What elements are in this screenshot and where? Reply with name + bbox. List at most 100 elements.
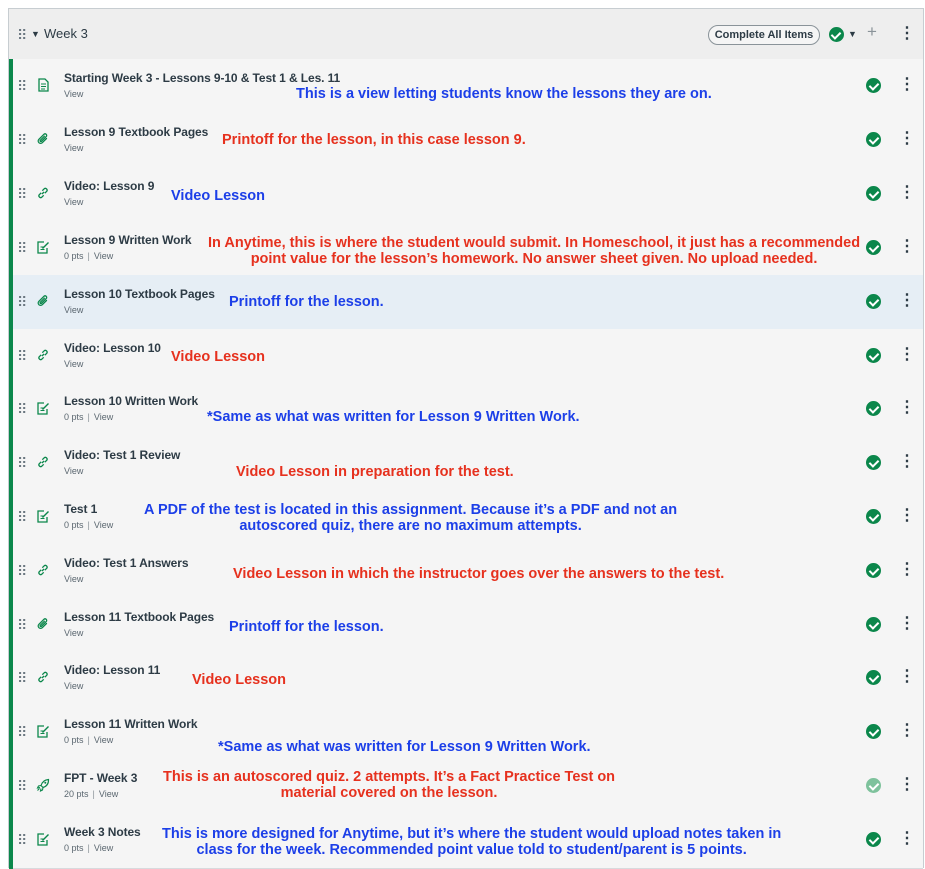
item-title-link[interactable]: Video: Test 1 Answers xyxy=(64,556,188,570)
drag-handle-icon[interactable]: ⠿ xyxy=(17,833,27,847)
item-options-kebab-icon[interactable]: ⋮ xyxy=(899,777,915,793)
complete-all-items-button[interactable]: Complete All Items xyxy=(708,25,820,45)
view-link[interactable]: View xyxy=(94,735,113,745)
publish-status-icon[interactable] xyxy=(866,509,881,524)
item-title-link[interactable]: Video: Lesson 10 xyxy=(64,341,161,355)
drag-handle-icon[interactable]: ⠿ xyxy=(17,133,27,147)
drag-handle-icon[interactable]: ⠿ xyxy=(17,725,27,739)
item-options-kebab-icon[interactable]: ⋮ xyxy=(899,723,915,739)
module-item[interactable]: ⠿ Lesson 11 Written Work 0 pts | View *Same a… xyxy=(9,705,923,760)
module-item[interactable]: ⠿ Test 1 0 pts | View A PDF of the test is lo… xyxy=(9,490,923,545)
item-options-kebab-icon[interactable]: ⋮ xyxy=(899,131,915,147)
module-item[interactable]: ⠿ Video: Lesson 11 View Video Lesson ⋮ xyxy=(9,651,923,706)
publish-status-icon[interactable] xyxy=(866,348,881,363)
add-item-plus-icon[interactable]: + xyxy=(867,23,877,40)
module-item[interactable]: ⠿ Video: Lesson 10 View Video Lesson ⋮ xyxy=(9,329,923,383)
view-link[interactable]: View xyxy=(64,681,83,691)
publish-status-icon[interactable] xyxy=(866,563,881,578)
publish-status-icon[interactable] xyxy=(866,778,881,793)
item-title-link[interactable]: Lesson 9 Written Work xyxy=(64,233,192,247)
module-header[interactable]: ⠿ ▼ Week 3 Complete All Items ▼ + ⋮ xyxy=(9,9,923,60)
module-item[interactable]: ⠿ Lesson 11 Textbook Pages View Printoff fo… xyxy=(9,598,923,652)
points-label: 20 pts xyxy=(64,789,89,799)
item-title-link[interactable]: Lesson 10 Written Work xyxy=(64,394,198,408)
publish-menu-caret-icon[interactable]: ▼ xyxy=(848,29,857,39)
item-options-kebab-icon[interactable]: ⋮ xyxy=(899,669,915,685)
module-item[interactable]: ⠿ Video: Lesson 9 View Video Lesson ⋮ xyxy=(9,167,923,222)
drag-handle-icon[interactable]: ⠿ xyxy=(17,79,27,93)
item-title-link[interactable]: Lesson 11 Written Work xyxy=(64,717,198,731)
item-options-kebab-icon[interactable]: ⋮ xyxy=(899,454,915,470)
item-title-link[interactable]: Week 3 Notes xyxy=(64,825,141,839)
item-options-kebab-icon[interactable]: ⋮ xyxy=(899,77,915,93)
publish-status-icon[interactable] xyxy=(866,78,881,93)
module-item[interactable]: ⠿ FPT - Week 3 20 pts | View This is an autos… xyxy=(9,759,923,814)
item-options-kebab-icon[interactable]: ⋮ xyxy=(899,508,915,524)
view-link[interactable]: View xyxy=(64,305,83,315)
collapse-caret-icon[interactable]: ▼ xyxy=(31,29,40,39)
view-link[interactable]: View xyxy=(64,628,83,638)
module-item[interactable]: ⠿ Video: Test 1 Answers View Video Lesson i… xyxy=(9,544,923,599)
module-options-kebab-icon[interactable]: ⋮ xyxy=(899,26,915,42)
drag-handle-icon[interactable]: ⠿ xyxy=(17,618,27,632)
drag-handle-icon[interactable]: ⠿ xyxy=(17,779,27,793)
publish-status-icon[interactable] xyxy=(866,401,881,416)
view-link[interactable]: View xyxy=(64,89,83,99)
drag-handle-icon[interactable]: ⠿ xyxy=(17,456,27,470)
view-link[interactable]: View xyxy=(64,197,83,207)
view-link[interactable]: View xyxy=(64,143,83,153)
publish-status-icon[interactable] xyxy=(866,132,881,147)
item-options-kebab-icon[interactable]: ⋮ xyxy=(899,347,915,363)
item-title-link[interactable]: Starting Week 3 - Lessons 9-10 & Test 1 … xyxy=(64,71,340,85)
item-title-link[interactable]: Test 1 xyxy=(64,502,97,516)
module-item[interactable]: ⠿ Lesson 9 Written Work 0 pts | View In Anyti… xyxy=(9,221,923,276)
view-link[interactable]: View xyxy=(94,412,113,422)
item-options-kebab-icon[interactable]: ⋮ xyxy=(899,239,915,255)
drag-handle-icon[interactable]: ⠿ xyxy=(17,671,27,685)
view-link[interactable]: View xyxy=(99,789,118,799)
module-item[interactable]: ⠿ Lesson 10 Textbook Pages View Printoff fo… xyxy=(9,275,923,330)
view-link[interactable]: View xyxy=(64,574,83,584)
item-title-link[interactable]: FPT - Week 3 xyxy=(64,771,137,785)
item-options-kebab-icon[interactable]: ⋮ xyxy=(899,293,915,309)
drag-handle-icon[interactable]: ⠿ xyxy=(17,28,27,42)
drag-handle-icon[interactable]: ⠿ xyxy=(17,564,27,578)
item-title-link[interactable]: Video: Lesson 11 xyxy=(64,663,160,677)
publish-status-icon[interactable] xyxy=(866,240,881,255)
item-title-link[interactable]: Lesson 10 Textbook Pages xyxy=(64,287,215,301)
view-link[interactable]: View xyxy=(94,520,113,530)
item-options-kebab-icon[interactable]: ⋮ xyxy=(899,400,915,416)
module-item[interactable]: ⠿ Video: Test 1 Review View Video Lesson in… xyxy=(9,436,923,491)
module-item[interactable]: ⠿ Week 3 Notes 0 pts | View This is more desi… xyxy=(9,813,923,869)
module-item[interactable]: ⠿ Lesson 9 Textbook Pages View Printoff for… xyxy=(9,113,923,168)
item-title-link[interactable]: Video: Lesson 9 xyxy=(64,179,154,193)
drag-handle-icon[interactable]: ⠿ xyxy=(17,187,27,201)
drag-handle-icon[interactable]: ⠿ xyxy=(17,349,27,363)
item-options-kebab-icon[interactable]: ⋮ xyxy=(899,831,915,847)
meta-separator: | xyxy=(87,843,90,853)
publish-status-icon[interactable] xyxy=(866,294,881,309)
publish-status-icon[interactable] xyxy=(866,455,881,470)
publish-status-icon[interactable] xyxy=(866,186,881,201)
drag-handle-icon[interactable]: ⠿ xyxy=(17,510,27,524)
drag-handle-icon[interactable]: ⠿ xyxy=(17,402,27,416)
view-link[interactable]: View xyxy=(94,843,113,853)
item-title-link[interactable]: Video: Test 1 Review xyxy=(64,448,180,462)
view-link[interactable]: View xyxy=(64,359,83,369)
item-title-link[interactable]: Lesson 11 Textbook Pages xyxy=(64,610,214,624)
publish-status-icon[interactable] xyxy=(866,670,881,685)
drag-handle-icon[interactable]: ⠿ xyxy=(17,241,27,255)
publish-status-icon[interactable] xyxy=(866,832,881,847)
module-item[interactable]: ⠿ Starting Week 3 - Lessons 9-10 & Test 1… xyxy=(9,59,923,114)
publish-status-icon[interactable] xyxy=(829,27,844,42)
module-item[interactable]: ⠿ Lesson 10 Written Work 0 pts | View *Same a… xyxy=(9,382,923,437)
item-options-kebab-icon[interactable]: ⋮ xyxy=(899,562,915,578)
item-options-kebab-icon[interactable]: ⋮ xyxy=(899,616,915,632)
view-link[interactable]: View xyxy=(64,466,83,476)
item-options-kebab-icon[interactable]: ⋮ xyxy=(899,185,915,201)
view-link[interactable]: View xyxy=(94,251,113,261)
publish-status-icon[interactable] xyxy=(866,724,881,739)
item-title-link[interactable]: Lesson 9 Textbook Pages xyxy=(64,125,208,139)
drag-handle-icon[interactable]: ⠿ xyxy=(17,295,27,309)
publish-status-icon[interactable] xyxy=(866,617,881,632)
